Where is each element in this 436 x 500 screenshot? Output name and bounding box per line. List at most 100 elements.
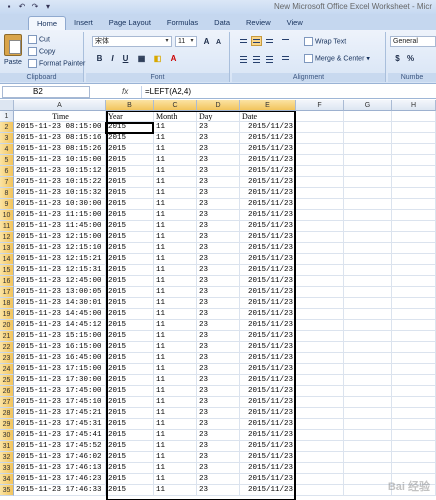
row-header[interactable]: 2: [0, 122, 14, 133]
year-cell[interactable]: 2015: [106, 144, 154, 155]
time-cell[interactable]: 2015-11-23 12:15:10: [14, 243, 106, 254]
year-cell[interactable]: 2015: [106, 375, 154, 386]
day-cell[interactable]: 23: [197, 188, 240, 199]
row-header[interactable]: 31: [0, 441, 14, 452]
empty-cell[interactable]: [344, 441, 392, 452]
empty-cell[interactable]: [344, 243, 392, 254]
column-header-b[interactable]: B: [106, 100, 154, 111]
empty-cell[interactable]: [344, 364, 392, 375]
empty-cell[interactable]: [344, 298, 392, 309]
time-cell[interactable]: 2015-11-23 12:15:00: [14, 232, 106, 243]
row-header[interactable]: 9: [0, 199, 14, 210]
empty-cell[interactable]: [392, 188, 436, 199]
time-cell[interactable]: 2015-11-23 17:45:00: [14, 386, 106, 397]
empty-cell[interactable]: [296, 122, 344, 133]
header-cell-day[interactable]: Day: [197, 111, 240, 122]
empty-cell[interactable]: [392, 298, 436, 309]
month-cell[interactable]: 11: [154, 441, 197, 452]
day-cell[interactable]: 23: [197, 353, 240, 364]
month-cell[interactable]: 11: [154, 386, 197, 397]
date-cell[interactable]: 2015/11/23: [240, 188, 296, 199]
time-cell[interactable]: 2015-11-23 16:45:00: [14, 353, 106, 364]
currency-icon[interactable]: $: [392, 53, 403, 64]
date-cell[interactable]: 2015/11/23: [240, 210, 296, 221]
date-cell[interactable]: 2015/11/23: [240, 485, 296, 496]
year-cell[interactable]: 2015: [106, 397, 154, 408]
underline-button[interactable]: U: [120, 53, 131, 64]
day-cell[interactable]: 23: [197, 287, 240, 298]
empty-cell[interactable]: [296, 243, 344, 254]
day-cell[interactable]: 23: [197, 309, 240, 320]
empty-cell[interactable]: [344, 430, 392, 441]
day-cell[interactable]: 23: [197, 243, 240, 254]
date-cell[interactable]: 2015/11/23: [240, 430, 296, 441]
time-cell[interactable]: 2015-11-23 17:46:23: [14, 474, 106, 485]
row-header[interactable]: 1: [0, 111, 14, 122]
undo-icon[interactable]: ↶: [17, 2, 27, 12]
tab-review[interactable]: Review: [238, 16, 279, 30]
row-header[interactable]: 7: [0, 177, 14, 188]
day-cell[interactable]: 23: [197, 408, 240, 419]
empty-cell[interactable]: [296, 463, 344, 474]
time-cell[interactable]: 2015-11-23 17:30:00: [14, 375, 106, 386]
row-header[interactable]: 18: [0, 298, 14, 309]
time-cell[interactable]: 2015-11-23 08:15:00: [14, 122, 106, 133]
row-header[interactable]: 21: [0, 331, 14, 342]
paste-icon[interactable]: [4, 34, 22, 56]
year-cell[interactable]: 2015: [106, 331, 154, 342]
column-header-h[interactable]: H: [392, 100, 436, 111]
empty-cell[interactable]: [344, 177, 392, 188]
empty-cell[interactable]: [344, 232, 392, 243]
empty-cell[interactable]: [296, 254, 344, 265]
time-cell[interactable]: 2015-11-23 17:45:31: [14, 419, 106, 430]
day-cell[interactable]: 23: [197, 364, 240, 375]
empty-cell[interactable]: [392, 441, 436, 452]
date-cell[interactable]: 2015/11/23: [240, 276, 296, 287]
date-cell[interactable]: 2015/11/23: [240, 155, 296, 166]
year-cell[interactable]: 2015: [106, 199, 154, 210]
empty-cell[interactable]: [344, 375, 392, 386]
empty-cell[interactable]: [392, 287, 436, 298]
date-cell[interactable]: 2015/11/23: [240, 463, 296, 474]
time-cell[interactable]: 2015-11-23 10:15:00: [14, 155, 106, 166]
row-header[interactable]: 27: [0, 397, 14, 408]
column-header-g[interactable]: G: [344, 100, 392, 111]
empty-cell[interactable]: [296, 441, 344, 452]
day-cell[interactable]: 23: [197, 485, 240, 496]
month-cell[interactable]: 11: [154, 320, 197, 331]
date-cell[interactable]: 2015/11/23: [240, 243, 296, 254]
row-header[interactable]: 25: [0, 375, 14, 386]
align-middle-icon[interactable]: [251, 36, 262, 46]
column-header-a[interactable]: A: [14, 100, 106, 111]
month-cell[interactable]: 11: [154, 210, 197, 221]
header-cell-year[interactable]: Year: [106, 111, 154, 122]
empty-cell[interactable]: [392, 419, 436, 430]
empty-cell[interactable]: [392, 133, 436, 144]
time-cell[interactable]: 2015-11-23 17:45:52: [14, 441, 106, 452]
time-cell[interactable]: 2015-11-23 14:45:12: [14, 320, 106, 331]
day-cell[interactable]: 23: [197, 221, 240, 232]
empty-cell[interactable]: [392, 276, 436, 287]
time-cell[interactable]: 2015-11-23 11:15:00: [14, 210, 106, 221]
month-cell[interactable]: 11: [154, 265, 197, 276]
month-cell[interactable]: 11: [154, 122, 197, 133]
empty-cell[interactable]: [392, 397, 436, 408]
empty-cell[interactable]: [344, 353, 392, 364]
day-cell[interactable]: 23: [197, 298, 240, 309]
month-cell[interactable]: 11: [154, 166, 197, 177]
month-cell[interactable]: 11: [154, 474, 197, 485]
date-cell[interactable]: 2015/11/23: [240, 199, 296, 210]
day-cell[interactable]: 23: [197, 254, 240, 265]
cut-button[interactable]: Cut: [28, 35, 50, 44]
time-cell[interactable]: 2015-11-23 08:15:26: [14, 144, 106, 155]
month-cell[interactable]: 11: [154, 276, 197, 287]
row-header[interactable]: 3: [0, 133, 14, 144]
day-cell[interactable]: 23: [197, 276, 240, 287]
empty-cell[interactable]: [344, 122, 392, 133]
row-header[interactable]: 29: [0, 419, 14, 430]
empty-cell[interactable]: [392, 155, 436, 166]
time-cell[interactable]: 2015-11-23 12:15:21: [14, 254, 106, 265]
row-header[interactable]: 14: [0, 254, 14, 265]
date-cell[interactable]: 2015/11/23: [240, 122, 296, 133]
tab-formulas[interactable]: Formulas: [159, 16, 206, 30]
